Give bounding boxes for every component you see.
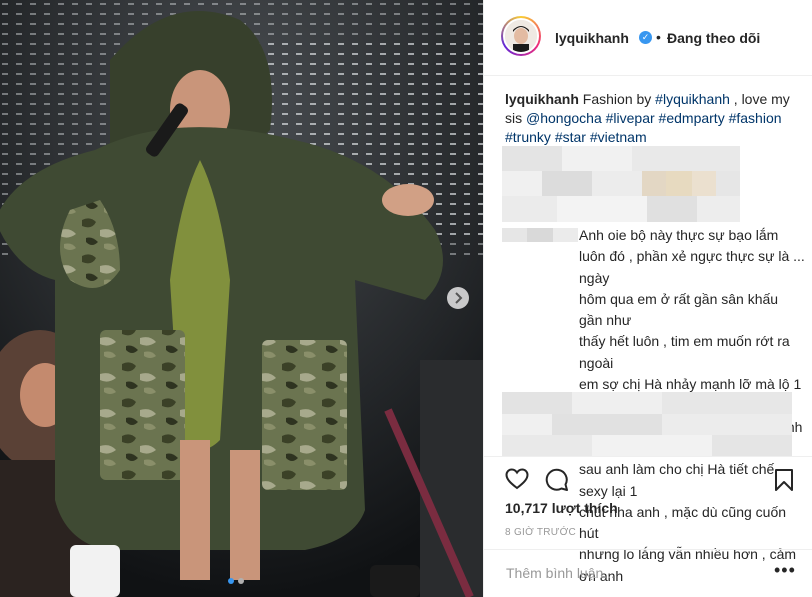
hashtag-link[interactable]: #fashion (729, 110, 782, 126)
next-slide-button[interactable] (447, 287, 469, 309)
hashtag-link[interactable]: #trunky (505, 129, 551, 145)
comment-icon (545, 468, 568, 491)
post-caption: lyquikhanh Fashion by #lyquikhanh , love… (505, 90, 795, 147)
comment-button[interactable] (545, 468, 569, 497)
post-timestamp[interactable]: 8 GIỜ TRƯỚC (505, 527, 576, 538)
separator-dot: • (656, 29, 661, 45)
like-count[interactable]: 10,717 lượt thích (505, 500, 618, 516)
hashtag-link[interactable]: #star (555, 129, 586, 145)
username-link[interactable]: lyquikhanh (555, 30, 629, 46)
pixelated-comment (502, 146, 740, 222)
more-options-icon[interactable]: ••• (774, 560, 796, 581)
pixelated-commenter-name (502, 228, 578, 242)
verified-badge-icon: ✓ (639, 31, 652, 44)
caption-username[interactable]: lyquikhanh (505, 91, 579, 107)
photo-image (0, 0, 483, 597)
avatar[interactable] (501, 16, 541, 56)
bookmark-icon (775, 469, 793, 491)
follow-status-button[interactable]: Đang theo dõi (667, 30, 760, 46)
pixelated-comment (502, 392, 792, 456)
hashtag-link[interactable]: #vietnam (590, 129, 647, 145)
carousel-dot (238, 578, 244, 584)
caption-mention-link[interactable]: #lyquikhanh (655, 91, 730, 107)
chevron-right-icon (455, 292, 463, 304)
add-comment-bar: ••• (484, 549, 812, 597)
save-button[interactable] (774, 468, 794, 497)
avatar-image (505, 20, 537, 52)
like-button[interactable] (505, 468, 529, 495)
carousel-dot-active (228, 578, 234, 584)
post-photo[interactable] (0, 0, 483, 597)
caption-text: Fashion by (582, 91, 652, 107)
heart-icon (505, 468, 529, 490)
carousel-indicator (228, 578, 244, 584)
caption-mention-link[interactable]: @hongocha (526, 110, 602, 126)
comment-input[interactable] (504, 564, 768, 582)
action-bar (484, 456, 812, 502)
hashtag-link[interactable]: #livepar (606, 110, 655, 126)
post-header: lyquikhanh ✓ • Đang theo dõi (484, 0, 812, 76)
post-side-panel: lyquikhanh ✓ • Đang theo dõi lyquikhanh … (483, 0, 812, 597)
hashtag-link[interactable]: #edmparty (659, 110, 725, 126)
